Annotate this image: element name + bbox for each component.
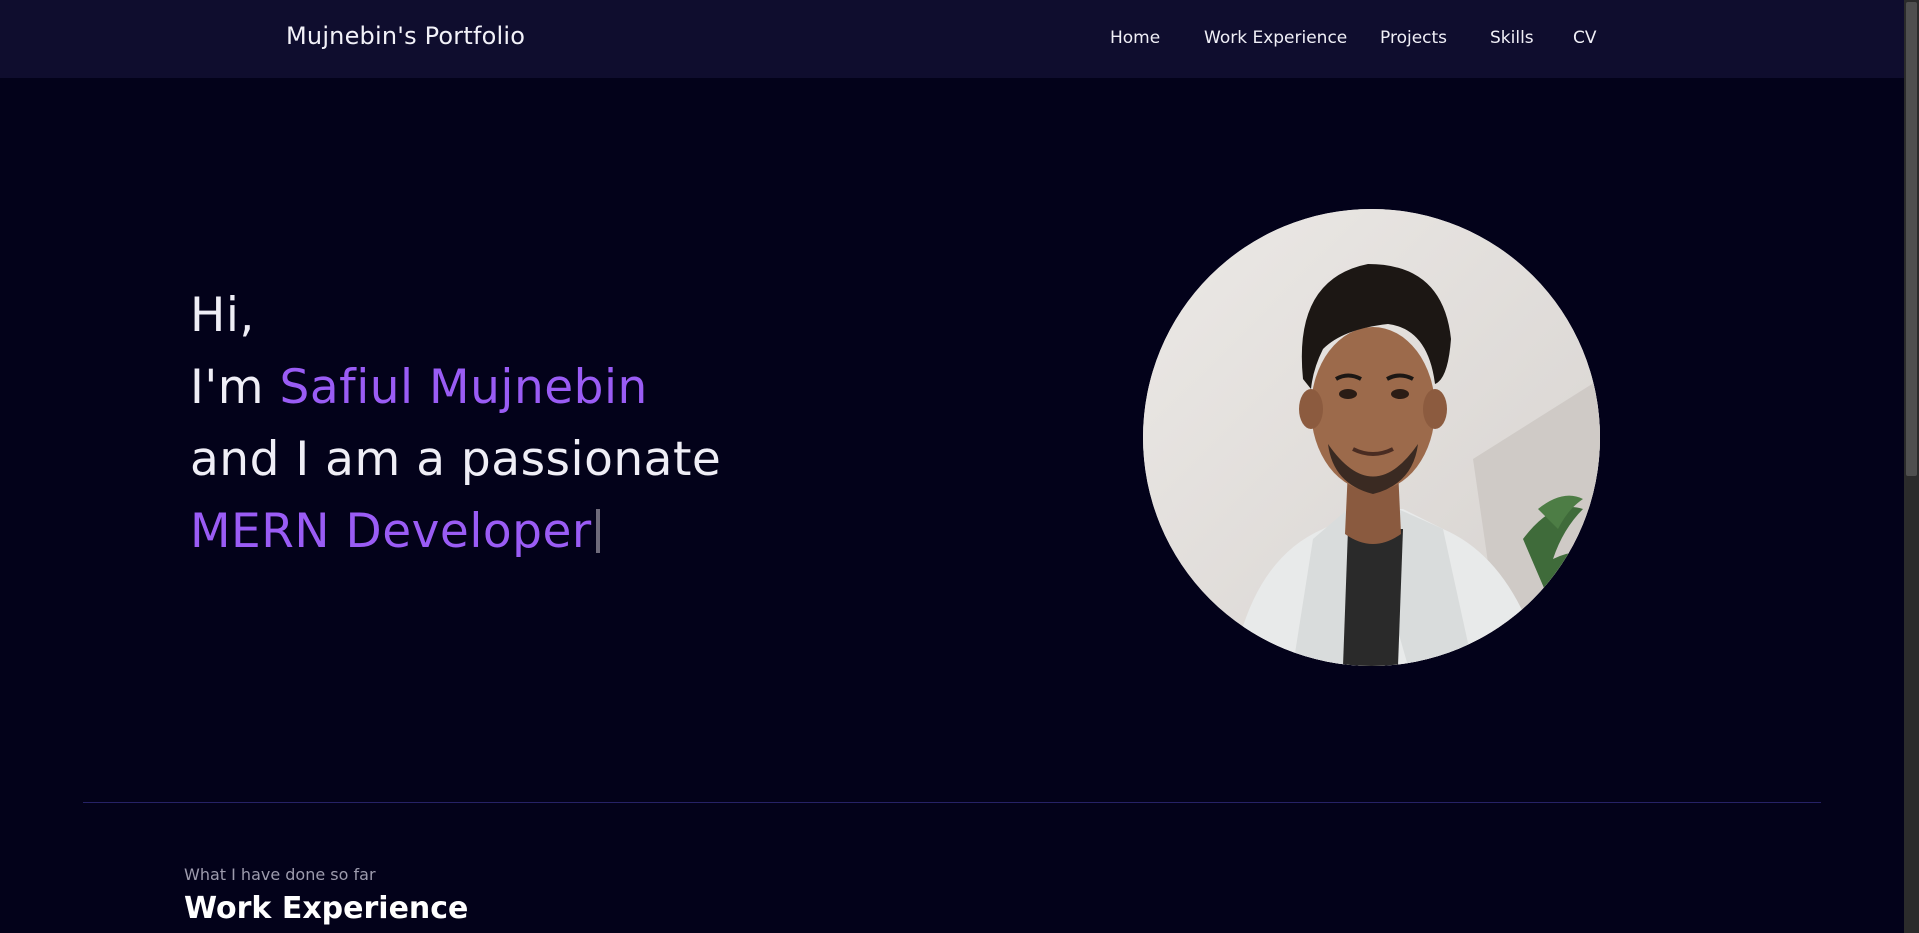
- nav-work-experience[interactable]: Work Experience: [1204, 28, 1347, 48]
- hero-greeting: Hi,: [190, 288, 255, 343]
- section-subtitle: What I have done so far: [184, 865, 376, 884]
- section-title: Work Experience: [184, 891, 469, 926]
- section-divider: [83, 802, 1821, 803]
- hero-intro: I'm Safiul Mujnebin: [190, 352, 721, 424]
- hero-name: Safiul Mujnebin: [279, 360, 648, 415]
- typing-cursor: [595, 509, 600, 553]
- hero-role: MERN Developer: [190, 504, 592, 559]
- brand-logo[interactable]: Mujnebin's Portfolio: [286, 22, 525, 50]
- hero-tagline: and I am a passionate: [190, 432, 722, 487]
- hero-role-line: MERN Developer: [190, 496, 721, 568]
- nav-projects[interactable]: Projects: [1380, 28, 1447, 48]
- nav-home[interactable]: Home: [1110, 28, 1160, 48]
- nav-cv[interactable]: CV: [1573, 28, 1597, 48]
- page-scrollbar[interactable]: [1904, 0, 1919, 933]
- hero-text: Hi, I'm Safiul Mujnebin and I am a passi…: [190, 280, 721, 568]
- nav-skills[interactable]: Skills: [1490, 28, 1534, 48]
- scrollbar-thumb[interactable]: [1906, 2, 1917, 476]
- portfolio-page: Mujnebin's Portfolio Home Work Experienc…: [0, 0, 1919, 933]
- navbar: Mujnebin's Portfolio Home Work Experienc…: [0, 0, 1904, 78]
- profile-photo: [1143, 209, 1600, 666]
- hero-intro-prefix: I'm: [190, 360, 280, 415]
